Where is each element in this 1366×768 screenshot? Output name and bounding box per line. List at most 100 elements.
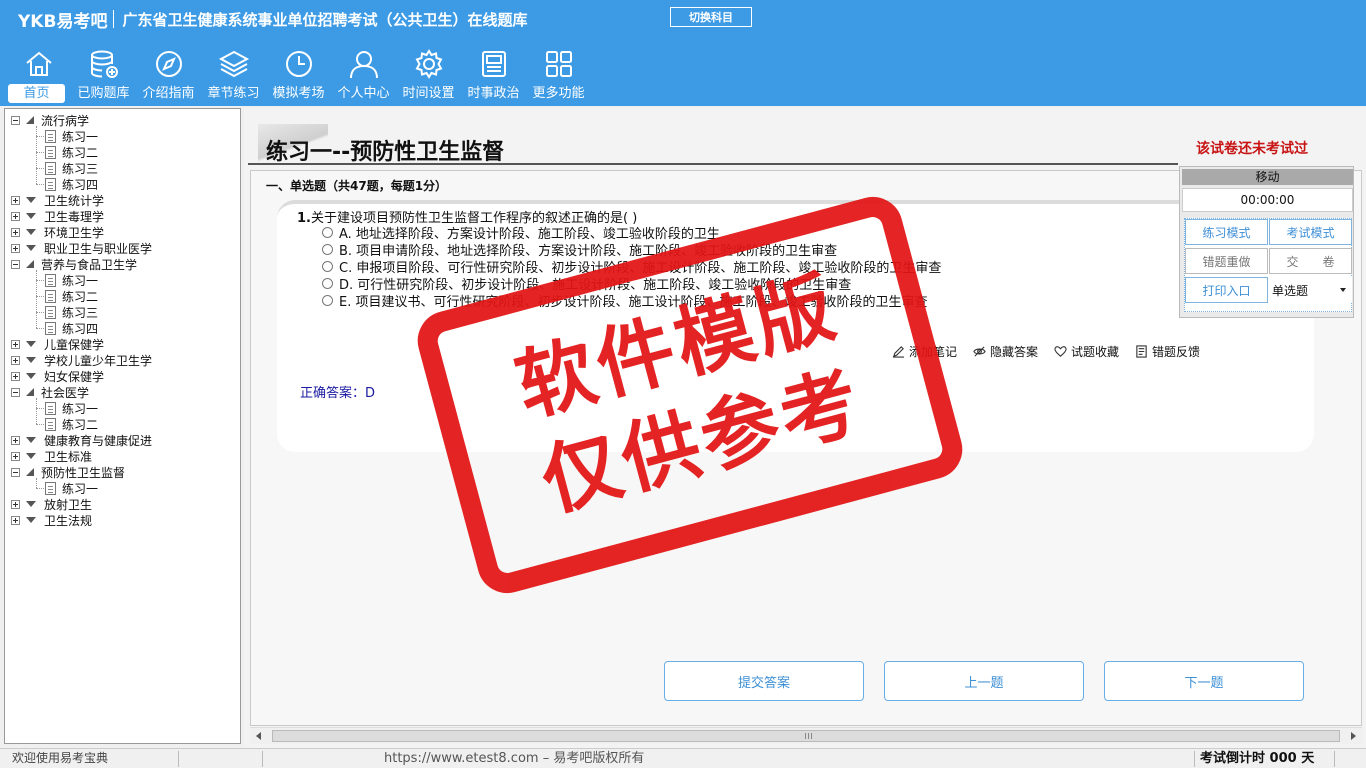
- collapse-icon[interactable]: [11, 467, 20, 477]
- expand-icon[interactable]: [11, 499, 20, 509]
- next-question-button[interactable]: 下一题: [1104, 661, 1304, 701]
- heading-underline: [248, 163, 1178, 165]
- switch-subject-button[interactable]: 切换科目: [670, 7, 752, 27]
- error-feedback-button[interactable]: 错题反馈: [1135, 343, 1200, 360]
- tree-exercise[interactable]: 练习二: [45, 288, 98, 304]
- nav-guide[interactable]: 介绍指南: [136, 44, 201, 104]
- expand-icon[interactable]: [11, 515, 20, 525]
- folder-closed-icon: [26, 229, 36, 235]
- tree-exercise[interactable]: 练习一: [45, 128, 98, 144]
- tree-category[interactable]: 流行病学: [11, 112, 89, 128]
- nav-label: 时间设置: [402, 86, 455, 101]
- radio-button[interactable]: [322, 244, 333, 255]
- hand-in-button[interactable]: 交 卷: [1269, 248, 1352, 274]
- print-entry-button[interactable]: 打印入口: [1185, 277, 1268, 303]
- expand-icon[interactable]: [11, 435, 20, 445]
- expand-icon[interactable]: [11, 243, 20, 253]
- nav-chapter-practice[interactable]: 章节练习: [201, 44, 266, 104]
- tree-item-label: 练习一: [62, 401, 99, 416]
- move-handle[interactable]: 移动: [1182, 169, 1353, 185]
- scroll-left-icon[interactable]: [256, 732, 261, 740]
- nav-time-settings[interactable]: 时间设置: [396, 44, 461, 104]
- scrollbar-thumb[interactable]: [272, 730, 1340, 742]
- question-type-select[interactable]: 单选题: [1270, 277, 1352, 303]
- tree-category[interactable]: 预防性卫生监督: [11, 464, 125, 480]
- tree-category[interactable]: 放射卫生: [11, 496, 92, 512]
- hide-answer-button[interactable]: 隐藏答案: [973, 343, 1038, 360]
- option-d[interactable]: D. 可行性研究阶段、初步设计阶段、施工设计阶段、施工阶段、竣工验收阶段的卫生审…: [322, 275, 851, 293]
- collapse-icon[interactable]: [11, 115, 20, 125]
- exam-status-text: 该试卷还未考试过: [1196, 141, 1308, 157]
- radio-button[interactable]: [322, 295, 333, 306]
- redo-wrong-button[interactable]: 错题重做: [1185, 248, 1268, 274]
- expand-icon[interactable]: [11, 195, 20, 205]
- tree-exercise[interactable]: 练习一: [45, 400, 98, 416]
- tree-category[interactable]: 健康教育与健康促进: [11, 432, 152, 448]
- submit-answer-button[interactable]: 提交答案: [664, 661, 864, 701]
- news-icon: [481, 51, 506, 77]
- tree-exercise[interactable]: 练习三: [45, 304, 98, 320]
- clock-icon: [285, 51, 312, 77]
- scroll-right-icon[interactable]: [1351, 732, 1356, 740]
- tree-exercise[interactable]: 练习三: [45, 160, 98, 176]
- folder-closed-icon: [26, 517, 36, 523]
- expand-icon[interactable]: [11, 227, 20, 237]
- tree-category[interactable]: 妇女保健学: [11, 368, 104, 384]
- option-c[interactable]: C. 申报项目阶段、可行性研究阶段、初步设计阶段、施工设计阶段、施工阶段、竣工验…: [322, 258, 941, 276]
- tree-category[interactable]: 社会医学: [11, 384, 89, 400]
- tree-category[interactable]: 卫生统计学: [11, 192, 104, 208]
- practice-mode-button[interactable]: 练习模式: [1185, 219, 1268, 245]
- question-number: 1.: [297, 211, 311, 226]
- nav-home[interactable]: 首页: [6, 44, 71, 104]
- option-a[interactable]: A. 地址选择阶段、方案设计阶段、施工阶段、竣工验收阶段的卫生: [322, 224, 720, 242]
- tree-category[interactable]: 环境卫生学: [11, 224, 104, 240]
- nav-purchased-bank[interactable]: 已购题库: [71, 44, 136, 104]
- tree-connector: [36, 270, 37, 328]
- tree-category[interactable]: 卫生标准: [11, 448, 92, 464]
- expand-icon[interactable]: [11, 211, 20, 221]
- tree-category[interactable]: 营养与食品卫生学: [11, 256, 137, 272]
- tree-category[interactable]: 卫生毒理学: [11, 208, 104, 224]
- option-b[interactable]: B. 项目申请阶段、地址选择阶段、方案设计阶段、施工阶段、竣工验收阶段的卫生审查: [322, 241, 837, 259]
- tree-item-label: 练习四: [62, 177, 99, 192]
- tree-category[interactable]: 儿童保健学: [11, 336, 104, 352]
- tree-exercise[interactable]: 练习四: [45, 320, 98, 336]
- nav-current-affairs[interactable]: 时事政治: [461, 44, 526, 104]
- tree-exercise[interactable]: 练习二: [45, 416, 98, 432]
- collapse-icon[interactable]: [11, 259, 20, 269]
- expand-icon[interactable]: [11, 371, 20, 381]
- collapse-icon[interactable]: [11, 387, 20, 397]
- document-icon: [45, 129, 56, 143]
- horizontal-scrollbar[interactable]: [250, 727, 1362, 744]
- tree-item-label: 练习二: [62, 417, 99, 432]
- radio-button[interactable]: [322, 261, 333, 272]
- tree-category[interactable]: 学校儿童少年卫生学: [11, 352, 152, 368]
- layers-icon: [218, 50, 249, 78]
- previous-question-button[interactable]: 上一题: [884, 661, 1084, 701]
- tree-category[interactable]: 职业卫生与职业医学: [11, 240, 152, 256]
- tree-connector: [36, 296, 44, 297]
- status-divider: [178, 751, 179, 767]
- tree-exercise[interactable]: 练习二: [45, 144, 98, 160]
- nav-more-functions[interactable]: 更多功能: [526, 44, 591, 104]
- radio-button[interactable]: [322, 227, 333, 238]
- tree-item-label: 流行病学: [41, 113, 90, 128]
- status-divider: [262, 751, 263, 767]
- tree-exercise[interactable]: 练习一: [45, 480, 98, 496]
- tree-category[interactable]: 卫生法规: [11, 512, 92, 528]
- nav-personal-center[interactable]: 个人中心: [331, 44, 396, 104]
- grid-icon: [545, 51, 572, 77]
- expand-icon[interactable]: [11, 339, 20, 349]
- expand-icon[interactable]: [11, 451, 20, 461]
- tree-exercise[interactable]: 练习四: [45, 176, 98, 192]
- tree-exercise[interactable]: 练习一: [45, 272, 98, 288]
- status-divider: [1194, 751, 1195, 767]
- option-e[interactable]: E. 项目建议书、可行性研究阶段、初步设计阶段、施工设计阶段、施工阶段、竣工验收…: [322, 292, 927, 310]
- expand-icon[interactable]: [11, 355, 20, 365]
- nav-mock-exam[interactable]: 模拟考场: [266, 44, 331, 104]
- tree-item-label: 环境卫生学: [44, 225, 105, 240]
- radio-button[interactable]: [322, 278, 333, 289]
- favorite-question-button[interactable]: 试题收藏: [1054, 343, 1119, 360]
- add-note-button[interactable]: 添加笔记: [892, 343, 957, 360]
- exam-mode-button[interactable]: 考试模式: [1269, 219, 1352, 245]
